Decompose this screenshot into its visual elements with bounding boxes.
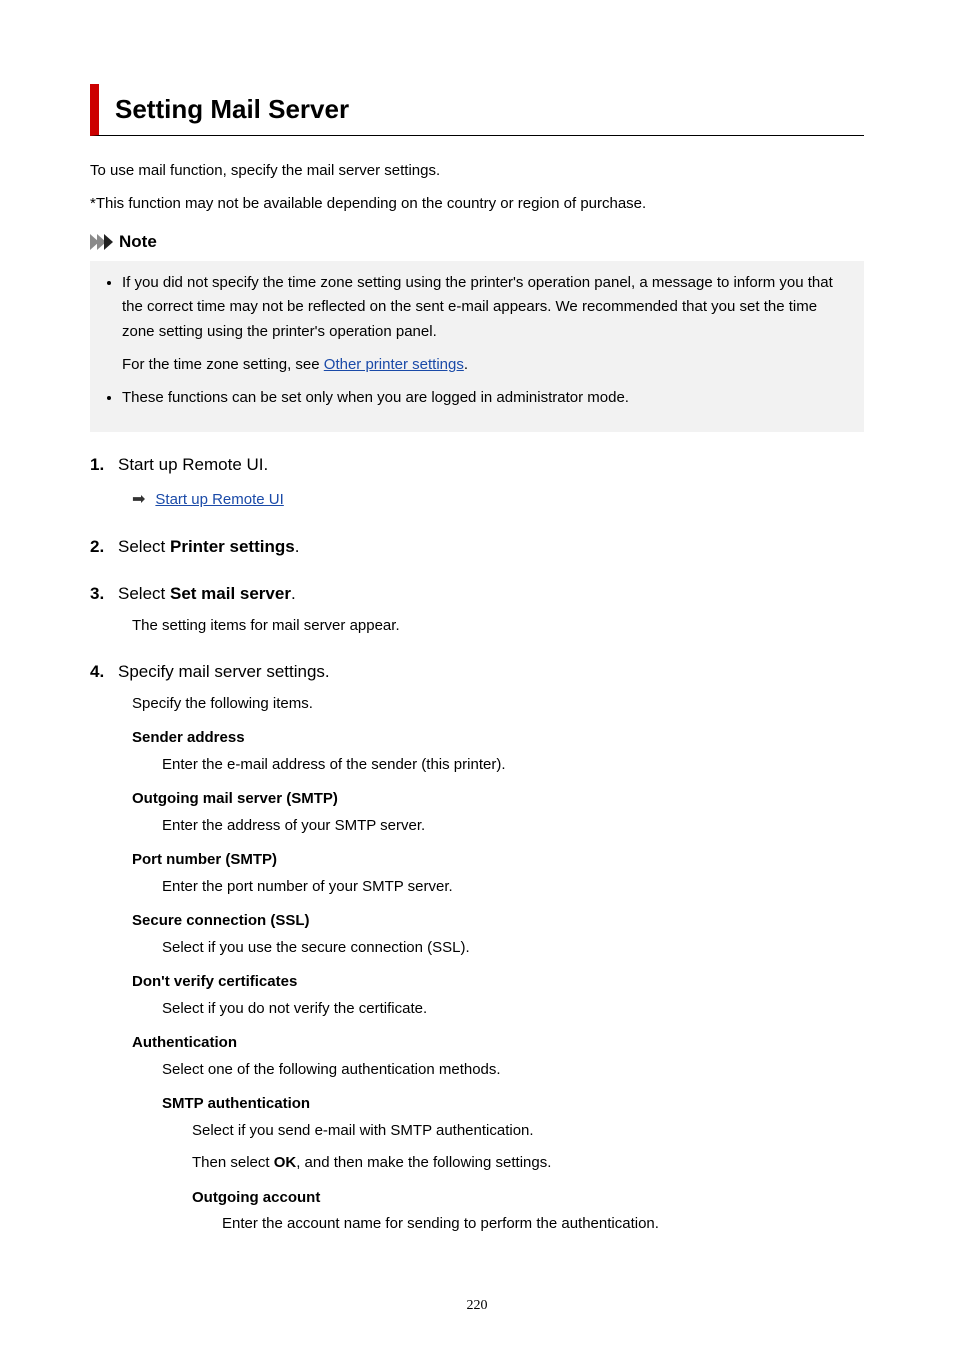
note-item-text: These functions can be set only when you… bbox=[122, 389, 629, 406]
note-block: Note If you did not specify the time zon… bbox=[90, 229, 864, 432]
step-list: 1. Start up Remote UI. ➡ Start up Remote… bbox=[90, 452, 864, 1236]
step-number: 3. bbox=[90, 581, 104, 607]
def-desc: Enter the address of your SMTP server. bbox=[162, 815, 864, 838]
def-term-outgoing-account: Outgoing account bbox=[192, 1187, 864, 1210]
note-item: These functions can be set only when you… bbox=[122, 386, 850, 411]
def-desc: Select if you use the secure connection … bbox=[162, 937, 864, 960]
step-2: 2. Select Printer settings. bbox=[90, 534, 864, 560]
step-title-prefix: Select bbox=[118, 537, 170, 556]
note-item-extra: For the time zone setting, see Other pri… bbox=[122, 353, 850, 378]
note-chevrons-icon bbox=[90, 234, 111, 250]
step-3: 3. Select Set mail server. The setting i… bbox=[90, 581, 864, 637]
cont-suffix: , and then make the following settings. bbox=[296, 1154, 551, 1171]
def-term-authentication: Authentication bbox=[132, 1032, 864, 1055]
cont-bold: OK bbox=[274, 1154, 297, 1171]
step-4: 4. Specify mail server settings. Specify… bbox=[90, 659, 864, 1236]
def-term-secure-ssl: Secure connection (SSL) bbox=[132, 910, 864, 933]
note-header: Note bbox=[90, 229, 864, 255]
note-body: If you did not specify the time zone set… bbox=[90, 261, 864, 433]
note-extra-prefix: For the time zone setting, see bbox=[122, 356, 324, 373]
def-desc: Enter the e-mail address of the sender (… bbox=[162, 754, 864, 777]
intro-line-2: *This function may not be available depe… bbox=[90, 193, 864, 216]
def-desc: Enter the port number of your SMTP serve… bbox=[162, 876, 864, 899]
step-body: The setting items for mail server appear… bbox=[118, 615, 864, 638]
def-continuation: Then select OK, and then make the follow… bbox=[192, 1152, 864, 1175]
start-remote-ui-link[interactable]: Start up Remote UI bbox=[155, 489, 283, 512]
step-title-prefix: Select bbox=[118, 584, 170, 603]
def-desc: Select if you send e-mail with SMTP auth… bbox=[192, 1120, 864, 1143]
intro-line-1: To use mail function, specify the mail s… bbox=[90, 160, 864, 183]
arrow-right-icon: ➡ bbox=[132, 488, 145, 512]
step-number: 4. bbox=[90, 659, 104, 685]
step-title: Start up Remote UI. bbox=[118, 455, 268, 474]
def-desc: Select one of the following authenticati… bbox=[162, 1059, 864, 1082]
other-printer-settings-link[interactable]: Other printer settings bbox=[324, 356, 464, 373]
page-number: 220 bbox=[0, 1295, 954, 1316]
page-title: Setting Mail Server bbox=[115, 90, 864, 129]
step-title-suffix: . bbox=[291, 584, 296, 603]
cont-prefix: Then select bbox=[192, 1154, 274, 1171]
page: Setting Mail Server To use mail function… bbox=[0, 0, 954, 1350]
definition-list: Sender address Enter the e-mail address … bbox=[118, 727, 864, 1236]
def-desc: Select if you do not verify the certific… bbox=[162, 998, 864, 1021]
def-term-smtp-auth: SMTP authentication bbox=[162, 1093, 864, 1116]
definition-list-nested: SMTP authentication Select if you send e… bbox=[162, 1093, 864, 1236]
step-title-suffix: . bbox=[295, 537, 300, 556]
note-label: Note bbox=[119, 229, 157, 255]
step-link-row: ➡ Start up Remote UI bbox=[118, 488, 864, 512]
definition-list-nested-2: Outgoing account Enter the account name … bbox=[192, 1187, 864, 1236]
note-item: If you did not specify the time zone set… bbox=[122, 271, 850, 378]
def-term-port-number: Port number (SMTP) bbox=[132, 849, 864, 872]
intro-block: To use mail function, specify the mail s… bbox=[90, 160, 864, 215]
def-term-sender-address: Sender address bbox=[132, 727, 864, 750]
step-1: 1. Start up Remote UI. ➡ Start up Remote… bbox=[90, 452, 864, 512]
step-number: 2. bbox=[90, 534, 104, 560]
note-item-text: If you did not specify the time zone set… bbox=[122, 274, 833, 341]
step-title: Select Printer settings. bbox=[118, 537, 299, 556]
step-number: 1. bbox=[90, 452, 104, 478]
def-desc: Enter the account name for sending to pe… bbox=[222, 1213, 864, 1236]
step-title: Select Set mail server. bbox=[118, 584, 296, 603]
step-body: Specify the following items. bbox=[118, 693, 864, 716]
def-term-outgoing-smtp: Outgoing mail server (SMTP) bbox=[132, 788, 864, 811]
page-title-wrap: Setting Mail Server bbox=[90, 84, 864, 136]
note-extra-suffix: . bbox=[464, 356, 468, 373]
def-term-dont-verify: Don't verify certificates bbox=[132, 971, 864, 994]
step-title-bold: Set mail server bbox=[170, 584, 291, 603]
step-title: Specify mail server settings. bbox=[118, 662, 330, 681]
step-title-bold: Printer settings bbox=[170, 537, 295, 556]
